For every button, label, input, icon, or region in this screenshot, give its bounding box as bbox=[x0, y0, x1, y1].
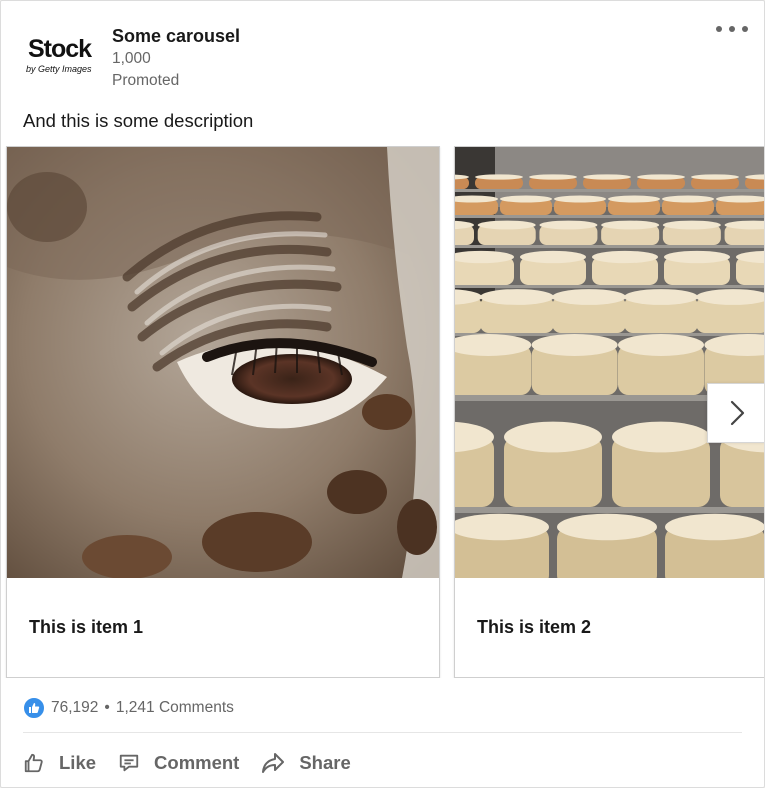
actor-name[interactable]: Some carousel bbox=[112, 26, 240, 47]
social-counts[interactable]: 76,192 • 1,241 Comments bbox=[23, 696, 234, 720]
social-actions-bar: Like Comment Share bbox=[23, 745, 373, 781]
share-icon bbox=[262, 753, 285, 773]
more-dot-icon bbox=[716, 26, 722, 32]
comment-button[interactable]: Comment bbox=[118, 752, 239, 774]
follower-count: 1,000 bbox=[112, 50, 151, 67]
company-logo[interactable]: Stock by Getty Images bbox=[23, 31, 99, 79]
logo-wordmark: Stock bbox=[28, 35, 92, 63]
post-header: Stock by Getty Images Some carousel 1,00… bbox=[1, 1, 764, 101]
logo-subtext: by Getty Images bbox=[26, 64, 92, 74]
more-dot-icon bbox=[742, 26, 748, 32]
feed-post-card: Stock by Getty Images Some carousel 1,00… bbox=[0, 0, 765, 788]
like-button[interactable]: Like bbox=[23, 752, 96, 774]
share-label: Share bbox=[299, 752, 351, 773]
comment-icon bbox=[119, 754, 139, 772]
more-dot-icon bbox=[729, 26, 735, 32]
like-label: Like bbox=[59, 752, 97, 773]
like-icon bbox=[24, 753, 43, 773]
carousel: This is item 1 This is item 2 bbox=[1, 146, 764, 678]
carousel-item[interactable]: This is item 1 bbox=[6, 146, 440, 678]
comments-count[interactable]: 1,241 Comments bbox=[116, 699, 234, 717]
count-separator: • bbox=[104, 699, 110, 716]
giraffe-eye-image[interactable] bbox=[7, 147, 439, 578]
chevron-right-icon bbox=[730, 400, 745, 426]
post-description: And this is some description bbox=[23, 110, 254, 131]
carousel-next-button[interactable] bbox=[707, 383, 764, 443]
reaction-count[interactable]: 76,192 bbox=[51, 699, 98, 717]
carousel-item-title[interactable]: This is item 2 bbox=[477, 617, 591, 638]
share-button[interactable]: Share bbox=[261, 752, 351, 774]
like-reaction-icon bbox=[23, 697, 45, 719]
carousel-item-title[interactable]: This is item 1 bbox=[29, 617, 143, 638]
divider bbox=[23, 732, 742, 733]
more-options-button[interactable] bbox=[716, 21, 748, 37]
cheese-wheels-image[interactable] bbox=[455, 147, 764, 578]
promoted-label: Promoted bbox=[112, 72, 180, 89]
comment-label: Comment bbox=[154, 752, 240, 773]
